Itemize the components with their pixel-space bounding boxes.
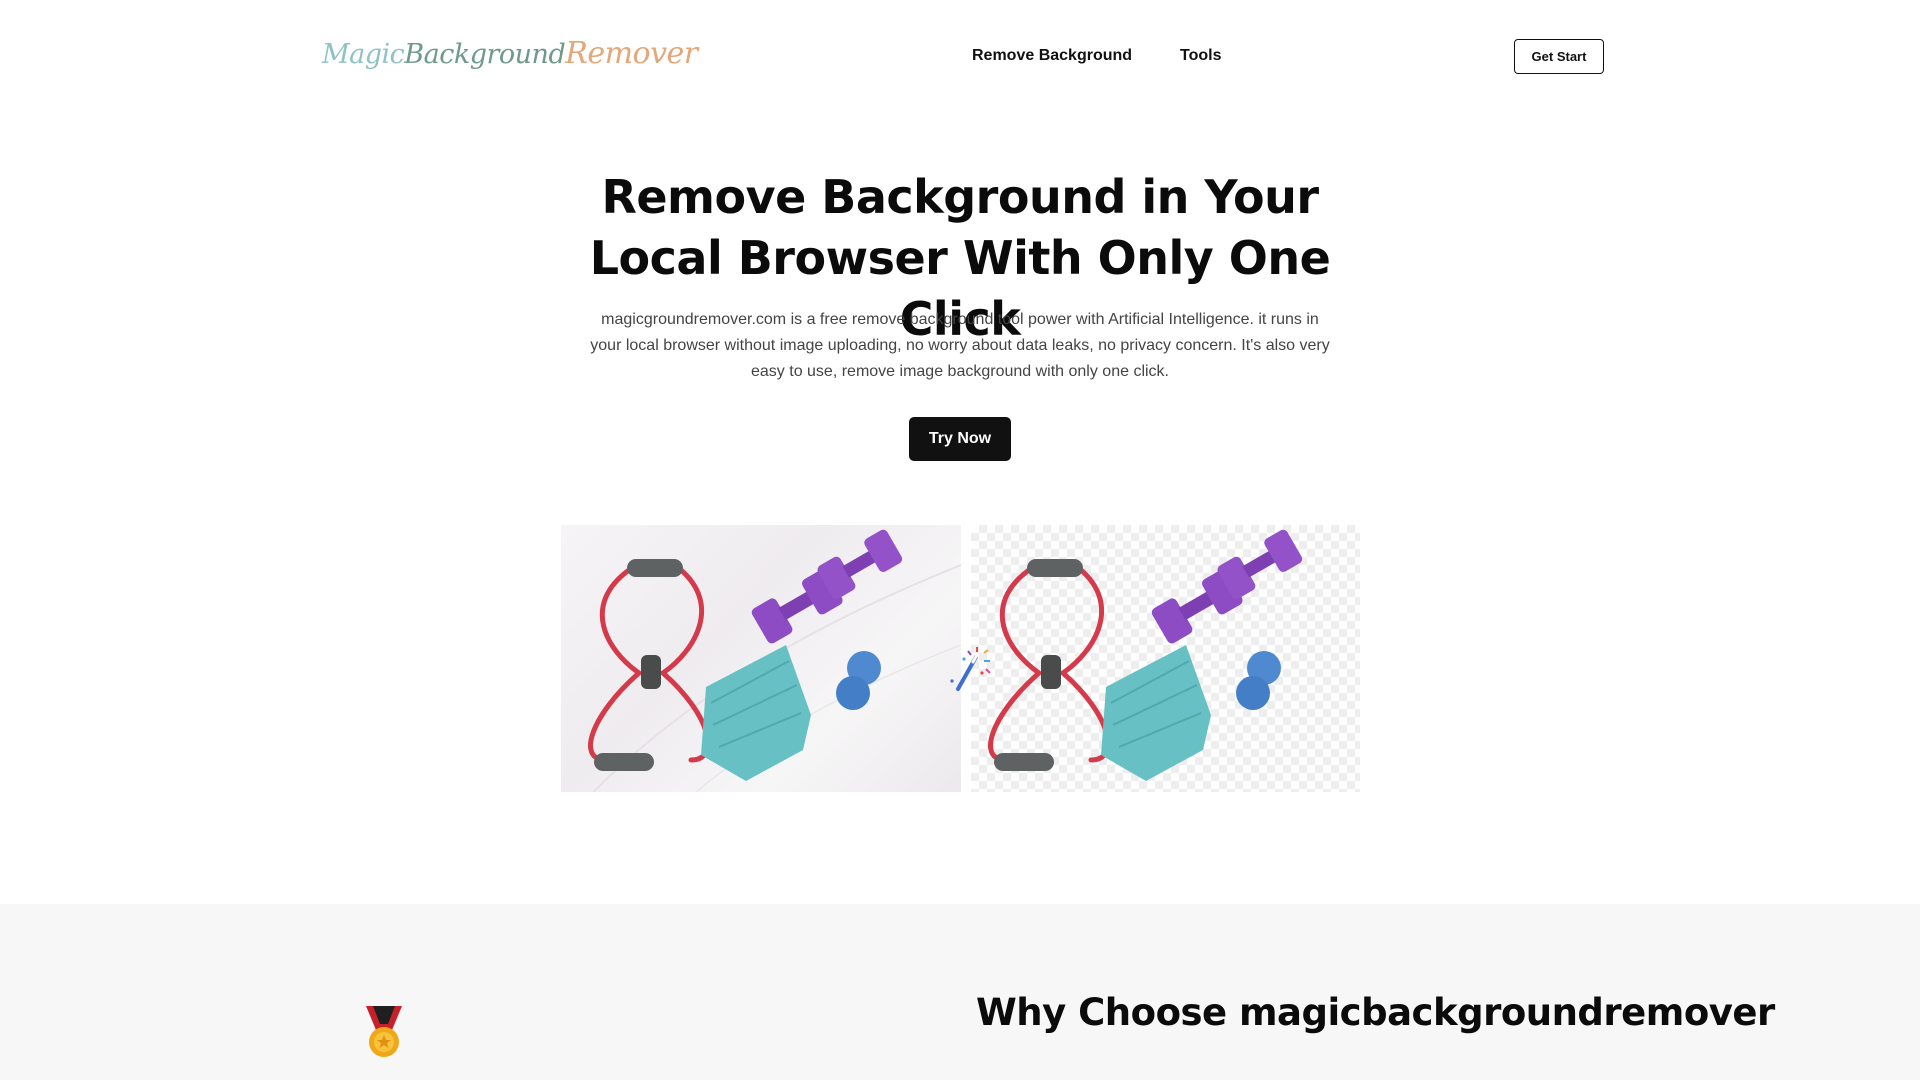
nav-remove-background[interactable]: Remove Background: [972, 47, 1132, 65]
site-logo[interactable]: MagicBackgroundRemover: [322, 36, 698, 71]
hero-description: magicgroundremover.com is a free remove …: [590, 311, 1330, 380]
site-header: MagicBackgroundRemover Remove Background…: [0, 0, 1920, 112]
why-choose-title: Why Choose magicbackgroundremover: [976, 991, 1775, 1034]
logo-part-remover: Remover: [565, 36, 698, 71]
nav-tools[interactable]: Tools: [1180, 47, 1221, 65]
get-start-button[interactable]: Get Start: [1514, 39, 1604, 74]
logo-part-magic: Magic: [322, 39, 405, 70]
try-now-button[interactable]: Try Now: [909, 417, 1011, 461]
main-nav: Remove Background Tools: [972, 47, 1222, 65]
after-image: [971, 525, 1360, 792]
medal-icon: [362, 1004, 406, 1060]
fitness-equipment-transparent: [988, 529, 1303, 781]
magic-wand-icon: [946, 643, 992, 695]
fitness-equipment-photo: [588, 529, 961, 792]
logo-part-background: Background: [404, 39, 566, 70]
before-image: [561, 525, 961, 792]
